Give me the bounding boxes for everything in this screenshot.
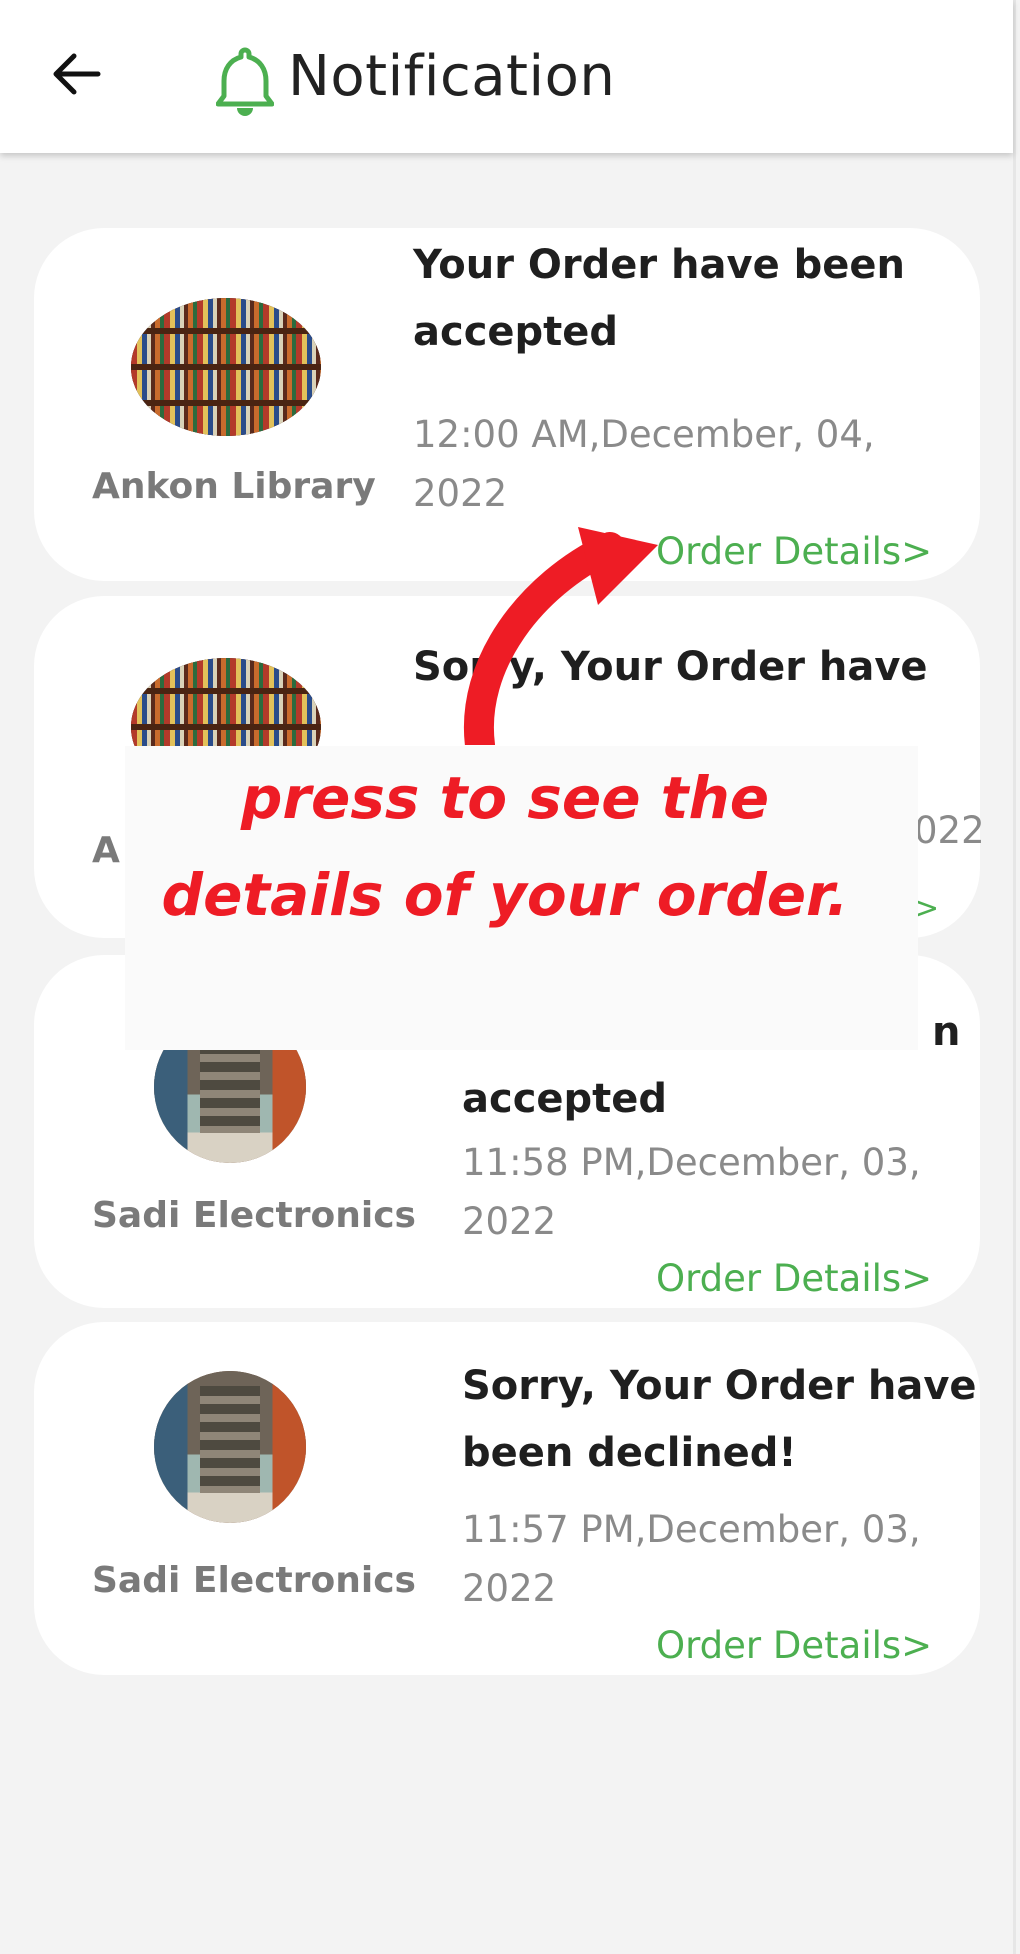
bell-icon [216,47,274,116]
shop-name-fragment: A [92,830,120,871]
shop-name: Sadi Electronics [92,1560,416,1601]
notification-message: Sorry, Your Order have been declined! [462,1363,977,1476]
app-bar: Notification [0,0,1013,153]
order-details-link[interactable]: Order Details> [656,530,932,573]
notification-time: 11:57 PM,December, 03, 2022 [462,1508,921,1610]
notification-time-fragment: 022 [914,809,985,852]
curved-arrow-icon [463,527,658,745]
notification-message: Your Order have been accepted [413,242,906,355]
notification-message: accepted [462,1076,668,1122]
notification-message-fragment: n [932,1009,961,1055]
order-details-link[interactable]: Order Details> [656,1257,932,1300]
shop-name: Ankon Library [92,466,376,507]
shop-avatar [131,298,321,436]
notification-time: 12:00 AM,December, 04, 2022 [413,413,875,515]
shop-avatar [154,1371,306,1523]
shop-name: Sadi Electronics [92,1195,416,1236]
annotation-text: press to see the details of your order. [125,746,885,944]
right-edge-divider [1013,0,1016,1954]
order-details-link[interactable]: Order Details> [656,1624,932,1667]
arrow-left-icon [53,53,101,95]
page-title: Notification [288,44,616,109]
back-button[interactable] [48,44,108,104]
annotation-line-2: details of your order. [161,861,849,929]
notification-time: 11:58 PM,December, 03, 2022 [462,1141,921,1243]
bookshelf-image [131,298,321,436]
notification-card[interactable]: Sadi Electronics Sorry, Your Order have … [34,1322,980,1675]
store-image [154,1371,306,1523]
annotation-line-1: press to see the [240,764,770,832]
